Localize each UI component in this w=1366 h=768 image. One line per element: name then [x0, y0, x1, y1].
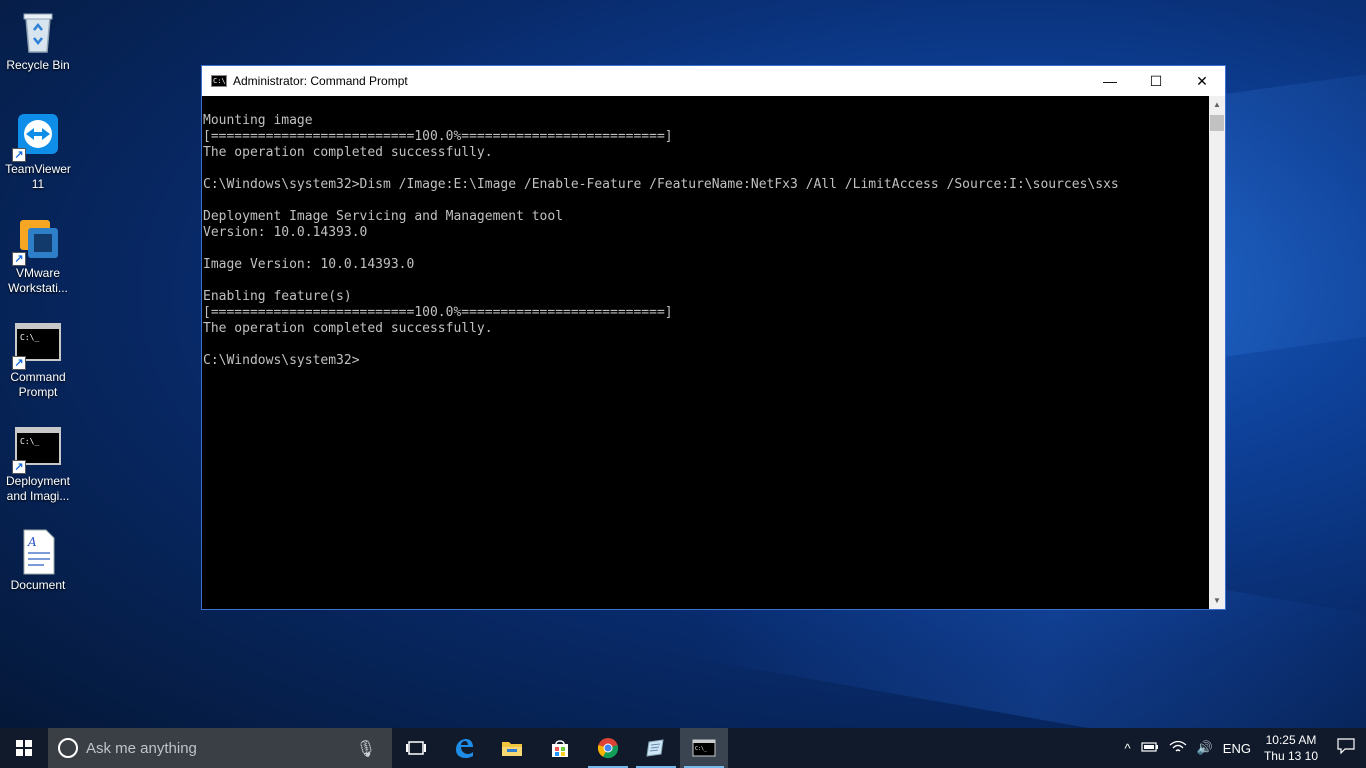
- notepad-icon[interactable]: [632, 728, 680, 768]
- desktop-icon-label: Recycle Bin: [6, 58, 70, 72]
- language-indicator[interactable]: ENG: [1218, 741, 1256, 756]
- start-button[interactable]: [0, 728, 48, 768]
- store-icon[interactable]: [536, 728, 584, 768]
- desktop-icon-deployment-imaging[interactable]: C:\_ ↗ Deployment and Imagi...: [0, 424, 76, 504]
- cmd-icon: C:\_ ↗: [12, 320, 62, 370]
- chevron-up-icon[interactable]: ^: [1119, 741, 1135, 756]
- svg-text:C:\_: C:\_: [20, 437, 39, 446]
- desktop-icon-label: TeamViewer 11: [5, 162, 71, 191]
- battery-icon[interactable]: [1136, 741, 1164, 756]
- recycle-bin-icon: [14, 8, 62, 56]
- console-output[interactable]: Mounting image [========================…: [202, 96, 1209, 609]
- cortana-search-box[interactable]: Ask me anything 🎙: [48, 728, 392, 768]
- desktop-icon-command-prompt[interactable]: C:\_ ↗ Command Prompt: [0, 320, 76, 400]
- vertical-scrollbar[interactable]: ▲ ▼: [1209, 96, 1225, 609]
- close-button[interactable]: ✕: [1179, 66, 1225, 96]
- console-text: Mounting image [========================…: [203, 113, 1119, 368]
- cmd-icon: C:\: [211, 75, 227, 87]
- cortana-icon: [58, 738, 78, 758]
- cmd-icon[interactable]: C:\_: [680, 728, 728, 768]
- scroll-thumb[interactable]: [1210, 115, 1224, 131]
- desktop-icon-document[interactable]: A Document: [0, 528, 76, 593]
- clock-time: 10:25 AM: [1265, 733, 1317, 747]
- windows-logo-icon: [16, 740, 32, 756]
- desktop-icon-vmware[interactable]: ↗ VMware Workstati...: [0, 216, 76, 296]
- shortcut-arrow-icon: ↗: [12, 148, 26, 162]
- taskbar: Ask me anything 🎙 C:\_ ^ 🔊 ENG 10:25 AM …: [0, 728, 1366, 768]
- shortcut-arrow-icon: ↗: [12, 252, 26, 266]
- svg-text:C:\_: C:\_: [20, 333, 39, 342]
- window-title: Administrator: Command Prompt: [233, 74, 408, 88]
- edge-icon[interactable]: [440, 728, 488, 768]
- file-explorer-icon[interactable]: [488, 728, 536, 768]
- document-icon: A: [14, 528, 62, 576]
- shortcut-arrow-icon: ↗: [12, 356, 26, 370]
- clock-date: Thu 13 10: [1263, 749, 1318, 763]
- teamviewer-icon: ↗: [12, 112, 62, 162]
- system-tray: ^ 🔊 ENG 10:25 AM Thu 13 10: [1119, 728, 1366, 768]
- window-controls: — ☐ ✕: [1087, 66, 1225, 96]
- chrome-icon[interactable]: [584, 728, 632, 768]
- search-placeholder: Ask me anything: [86, 739, 197, 757]
- cmd-icon: C:\_ ↗: [12, 424, 62, 474]
- scroll-down-icon[interactable]: ▼: [1209, 592, 1225, 609]
- scroll-up-icon[interactable]: ▲: [1209, 96, 1225, 113]
- desktop-icon-label: VMware Workstati...: [8, 266, 68, 295]
- vmware-icon: ↗: [12, 216, 62, 266]
- window-titlebar[interactable]: C:\ Administrator: Command Prompt — ☐ ✕: [202, 66, 1225, 96]
- volume-icon[interactable]: 🔊: [1192, 740, 1218, 756]
- desktop-icon-teamviewer[interactable]: ↗ TeamViewer 11: [0, 112, 76, 192]
- desktop-icon-label: Deployment and Imagi...: [5, 474, 71, 503]
- microphone-icon[interactable]: 🎙: [356, 739, 376, 759]
- desktop-icon-label: Document: [10, 578, 66, 592]
- desktop-icon-recycle-bin[interactable]: Recycle Bin: [0, 8, 76, 73]
- minimize-button[interactable]: —: [1087, 66, 1133, 96]
- desktop-icon-label: Command Prompt: [10, 370, 66, 399]
- clock[interactable]: 10:25 AM Thu 13 10: [1256, 732, 1326, 764]
- svg-text:A: A: [27, 535, 37, 549]
- svg-text:C:\_: C:\_: [695, 746, 708, 752]
- maximize-button[interactable]: ☐: [1133, 66, 1179, 96]
- shortcut-arrow-icon: ↗: [12, 460, 26, 474]
- task-view-icon[interactable]: [392, 728, 440, 768]
- wifi-icon[interactable]: [1164, 740, 1192, 757]
- command-prompt-window[interactable]: C:\ Administrator: Command Prompt — ☐ ✕ …: [201, 65, 1226, 610]
- action-center-icon[interactable]: [1326, 737, 1366, 759]
